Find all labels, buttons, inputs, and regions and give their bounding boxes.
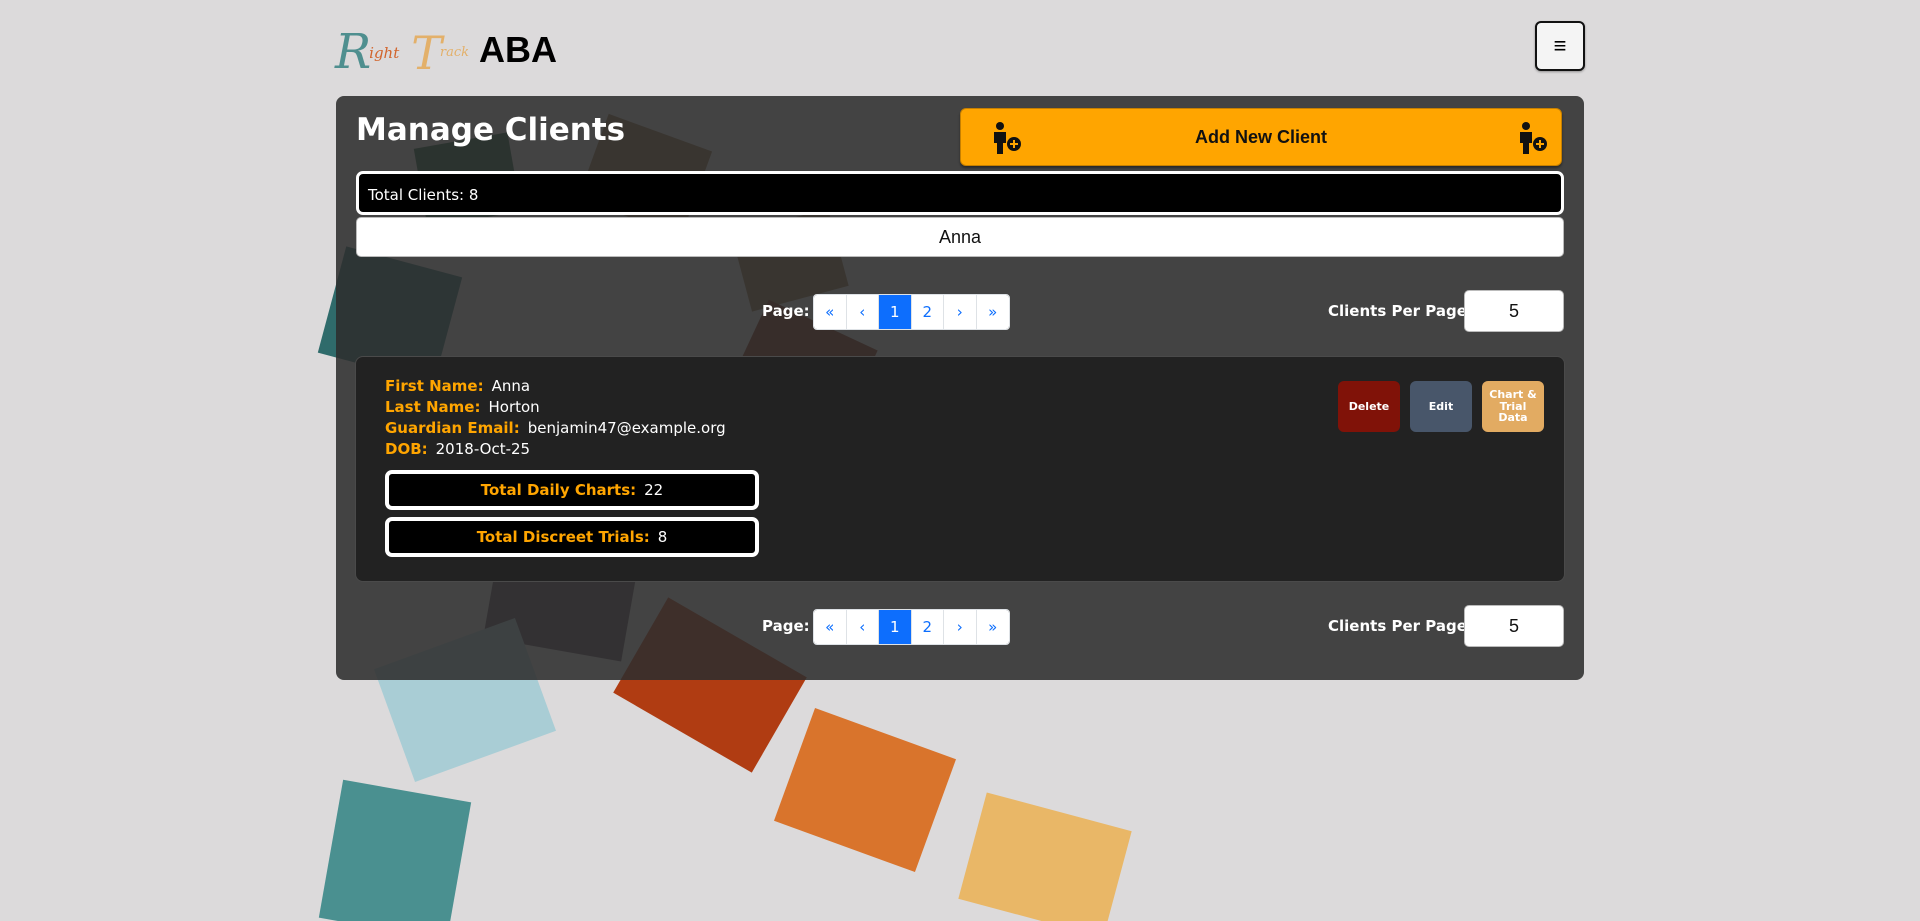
edit-client-button[interactable]: Edit <box>1410 381 1472 432</box>
first-page-button[interactable]: « <box>814 295 847 329</box>
first-name-row: First Name: Anna <box>385 377 726 398</box>
puzzle-piece <box>958 792 1132 921</box>
total-clients-bar: Total Clients: 8 <box>356 171 1564 215</box>
logo-word-ight: ight <box>369 44 400 62</box>
clients-per-page-input[interactable] <box>1464 605 1564 647</box>
dob-row: DOB: 2018-Oct-25 <box>385 440 726 461</box>
page-label: Page: <box>762 617 810 635</box>
person-add-icon <box>1520 122 1547 154</box>
total-daily-charts-label: Total Daily Charts: <box>480 481 637 499</box>
logo-letter-t: T <box>411 26 442 80</box>
page-label: Page: <box>762 302 810 320</box>
prev-page-button[interactable]: ‹ <box>846 295 879 329</box>
top-header: R ight T rack ABA ≡ <box>335 20 1585 76</box>
page-1-button[interactable]: 1 <box>879 295 912 329</box>
guardian-email-label: Guardian Email: <box>385 419 520 437</box>
next-page-button[interactable]: › <box>944 610 977 644</box>
last-name-value: Horton <box>488 398 540 416</box>
client-info: First Name: Anna Last Name: Horton Guardia… <box>385 377 726 461</box>
dob-value: 2018-Oct-25 <box>435 440 531 458</box>
pagination-top: Page: « ‹ 1 2 › » Clients Per Page: <box>336 290 1584 332</box>
guardian-email-row: Guardian Email: benjamin47@example.org <box>385 419 726 440</box>
total-daily-charts-box: Total Daily Charts: 22 <box>385 470 759 510</box>
person-add-icon <box>994 122 1021 154</box>
guardian-email-value: benjamin47@example.org <box>527 419 726 437</box>
page-1-button[interactable]: 1 <box>879 610 912 644</box>
client-search-input[interactable] <box>356 217 1564 257</box>
last-name-label: Last Name: <box>385 398 481 416</box>
add-new-client-label: Add New Client <box>1194 126 1327 147</box>
puzzle-piece <box>318 779 472 921</box>
last-name-row: Last Name: Horton <box>385 398 726 419</box>
chart-trial-data-button[interactable]: Chart & Trial Data <box>1482 381 1544 432</box>
total-discreet-trials-value: 8 <box>657 528 668 546</box>
delete-client-button[interactable]: Delete <box>1338 381 1400 432</box>
last-page-button[interactable]: » <box>976 295 1009 329</box>
page-2-button[interactable]: 2 <box>911 610 944 644</box>
clients-per-page-label: Clients Per Page: <box>1328 302 1473 320</box>
next-page-button[interactable]: › <box>944 295 977 329</box>
dob-label: DOB: <box>385 440 428 458</box>
logo-aba: ABA <box>479 29 558 70</box>
pager: « ‹ 1 2 › » <box>813 294 1010 330</box>
first-page-button[interactable]: « <box>814 610 847 644</box>
pagination-bottom: Page: « ‹ 1 2 › » Clients Per Page: <box>336 605 1584 647</box>
last-page-button[interactable]: » <box>976 610 1009 644</box>
puzzle-piece <box>774 707 956 873</box>
manage-clients-panel: Manage Clients Add New Client Total Clie… <box>336 96 1584 680</box>
clients-per-page-input[interactable] <box>1464 290 1564 332</box>
total-daily-charts-value: 22 <box>644 481 664 499</box>
client-card: First Name: Anna Last Name: Horton Guardia… <box>355 356 1565 582</box>
logo-letter-r: R <box>335 24 372 80</box>
first-name-value: Anna <box>491 377 531 395</box>
add-new-client-button[interactable]: Add New Client <box>960 108 1562 166</box>
logo-word-rack: rack <box>439 45 470 60</box>
prev-page-button[interactable]: ‹ <box>846 610 879 644</box>
clients-per-page-label: Clients Per Page: <box>1328 617 1473 635</box>
hamburger-menu-button[interactable]: ≡ <box>1535 21 1585 71</box>
logo[interactable]: R ight T rack ABA <box>335 20 557 76</box>
total-discreet-trials-box: Total Discreet Trials: 8 <box>385 517 759 557</box>
page-title: Manage Clients <box>356 112 626 148</box>
pager: « ‹ 1 2 › » <box>813 609 1010 645</box>
hamburger-icon: ≡ <box>1553 33 1567 58</box>
first-name-label: First Name: <box>385 377 484 395</box>
page-2-button[interactable]: 2 <box>911 295 944 329</box>
total-discreet-trials-label: Total Discreet Trials: <box>476 528 650 546</box>
